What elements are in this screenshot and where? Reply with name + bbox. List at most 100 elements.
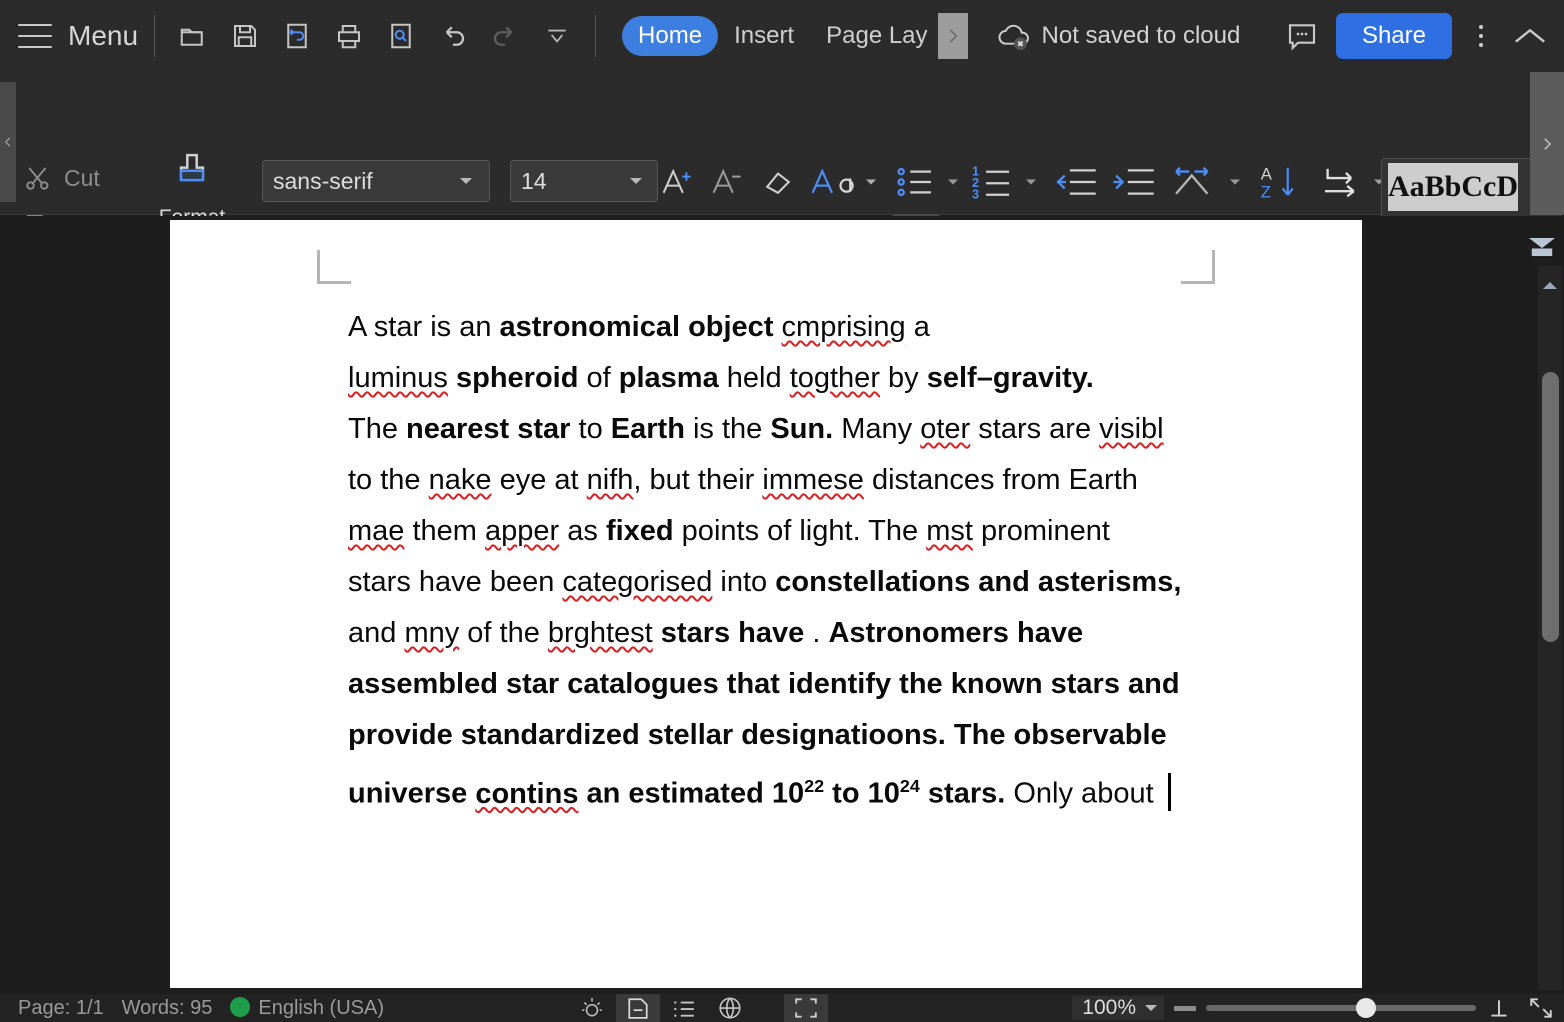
document-page[interactable]: A star is an astronomical object cmprisi… bbox=[170, 220, 1362, 988]
ribbon-scroll-right-icon[interactable] bbox=[1530, 72, 1564, 215]
zoom-slider-knob[interactable] bbox=[1356, 998, 1376, 1018]
change-case-icon[interactable] bbox=[805, 160, 859, 204]
scissors-icon bbox=[22, 163, 54, 193]
undo-icon[interactable] bbox=[431, 14, 475, 58]
text-run: as bbox=[559, 515, 606, 547]
web-layout-view-icon[interactable] bbox=[708, 994, 752, 1022]
title-bar: Menu bbox=[0, 0, 1564, 72]
text-run: 24 bbox=[900, 776, 920, 796]
tabs-scroll-right-icon[interactable] bbox=[938, 13, 968, 59]
tab-insert[interactable]: Insert bbox=[718, 16, 810, 56]
outline-view-icon[interactable] bbox=[662, 994, 706, 1022]
font-size-chevron-down-icon[interactable] bbox=[623, 175, 649, 187]
tab-home[interactable]: Home bbox=[622, 16, 718, 56]
numbered-list-chevron-down-icon[interactable] bbox=[1023, 177, 1039, 187]
status-bar: Page: 1/1 Words: 95 English (USA) bbox=[0, 994, 1564, 1022]
increase-font-size-icon[interactable] bbox=[655, 160, 701, 204]
comments-icon[interactable] bbox=[1282, 16, 1322, 56]
text-run bbox=[653, 617, 661, 649]
document-body-text[interactable]: A star is an astronomical object cmprisi… bbox=[348, 302, 1188, 820]
text-run: universe bbox=[348, 778, 475, 810]
clear-formatting-icon[interactable] bbox=[755, 160, 801, 204]
document-line: to the nake eye at nifh, but their immes… bbox=[348, 455, 1188, 506]
svg-text:3: 3 bbox=[972, 187, 979, 199]
text-run: to 10 bbox=[824, 778, 900, 810]
focus-mode-icon[interactable] bbox=[784, 994, 828, 1022]
cloud-offline-icon bbox=[996, 21, 1032, 51]
text-run: to bbox=[570, 413, 610, 445]
vertical-scrollbar-thumb[interactable] bbox=[1542, 372, 1559, 642]
export-pdf-icon[interactable] bbox=[275, 14, 319, 58]
decrease-indent-icon[interactable] bbox=[1049, 160, 1101, 204]
text-run: eye at bbox=[492, 464, 587, 496]
scroll-up-icon[interactable] bbox=[1538, 266, 1562, 306]
word-count-label[interactable]: Words: 95 bbox=[122, 997, 213, 1020]
open-icon[interactable] bbox=[171, 14, 215, 58]
print-icon[interactable] bbox=[327, 14, 371, 58]
document-line: universe contins an estimated 1022 to 10… bbox=[348, 761, 1188, 820]
zoom-slider[interactable] bbox=[1206, 1005, 1476, 1011]
print-layout-view-icon[interactable] bbox=[616, 994, 660, 1022]
text-run: , but their bbox=[633, 464, 762, 496]
text-run: prominent bbox=[973, 515, 1110, 547]
document-line: mae them apper as fixed points of light.… bbox=[348, 506, 1188, 557]
main-menu-hamburger-icon[interactable] bbox=[18, 24, 52, 48]
toolbar-divider bbox=[154, 15, 155, 57]
document-line: The nearest star to Earth is the Sun. Ma… bbox=[348, 404, 1188, 455]
text-run: into bbox=[712, 566, 775, 598]
show-formatting-marks-icon[interactable] bbox=[1315, 160, 1369, 204]
font-size-value: 14 bbox=[511, 168, 623, 195]
ribbon-scroll-left-icon[interactable] bbox=[0, 82, 16, 202]
zoom-controls: 100% bbox=[1072, 996, 1554, 1020]
page-count-label[interactable]: Page: 1/1 bbox=[18, 997, 104, 1020]
text-run: stars are bbox=[970, 413, 1099, 445]
save-icon[interactable] bbox=[223, 14, 267, 58]
zoom-level-select[interactable]: 100% bbox=[1072, 996, 1164, 1020]
document-line: and mny of the brghtest stars have . Ast… bbox=[348, 608, 1188, 659]
document-line: assembled star catalogues that identify … bbox=[348, 659, 1188, 710]
quick-access-toolbar bbox=[171, 14, 579, 58]
paragraph-row1-icons: 1 2 3 bbox=[893, 160, 1453, 204]
text-run: fixed bbox=[606, 515, 674, 547]
share-button[interactable]: Share bbox=[1336, 13, 1452, 59]
document-line: luminus spheroid of plasma held togther … bbox=[348, 353, 1188, 404]
increase-indent-icon[interactable] bbox=[1107, 160, 1159, 204]
svg-text:A: A bbox=[1261, 164, 1273, 183]
cut-button[interactable]: Cut bbox=[22, 154, 118, 202]
misspelled-word: mst bbox=[926, 515, 973, 548]
tab-page-layout[interactable]: Page Lay bbox=[810, 16, 943, 56]
cloud-save-status[interactable]: Not saved to cloud bbox=[996, 21, 1241, 51]
decrease-font-size-icon[interactable] bbox=[705, 160, 751, 204]
customize-quick-access-icon[interactable] bbox=[535, 14, 579, 58]
misspelled-word: mny bbox=[404, 617, 459, 650]
font-family-select[interactable]: sans-serif bbox=[262, 160, 490, 202]
vertical-scrollbar[interactable] bbox=[1538, 266, 1562, 990]
bullet-list-icon[interactable] bbox=[893, 160, 943, 204]
print-preview-icon[interactable] bbox=[379, 14, 423, 58]
title-bar-right-actions: Share bbox=[1282, 0, 1550, 72]
language-status[interactable]: English (USA) bbox=[230, 997, 384, 1020]
distributed-text-chevron-down-icon[interactable] bbox=[1227, 177, 1243, 187]
document-canvas[interactable]: A star is an astronomical object cmprisi… bbox=[0, 216, 1564, 994]
text-run: stars have bbox=[661, 617, 805, 649]
theme-brightness-icon[interactable] bbox=[570, 994, 614, 1022]
more-options-icon[interactable] bbox=[1466, 16, 1496, 56]
numbered-list-icon[interactable]: 1 2 3 bbox=[969, 160, 1021, 204]
ruler-visibility-icon[interactable] bbox=[1528, 236, 1556, 258]
font-family-chevron-down-icon[interactable] bbox=[453, 175, 479, 187]
text-run: a bbox=[906, 311, 930, 343]
misspelled-word: visibl bbox=[1099, 413, 1163, 446]
margin-mark-top-left bbox=[317, 250, 351, 284]
zoom-in-button bbox=[1486, 996, 1512, 1020]
sort-ascending-icon[interactable]: A Z bbox=[1253, 160, 1307, 204]
menu-button[interactable]: Menu bbox=[68, 20, 138, 52]
misspelled-word: contins bbox=[475, 778, 578, 811]
collapse-ribbon-icon[interactable] bbox=[1510, 16, 1550, 56]
distributed-text-icon[interactable] bbox=[1169, 160, 1225, 204]
misspelled-word: brghtest bbox=[548, 617, 653, 650]
bullet-list-chevron-down-icon[interactable] bbox=[945, 177, 961, 187]
change-case-chevron-down-icon[interactable] bbox=[863, 177, 879, 187]
zoom-out-button[interactable] bbox=[1174, 1006, 1196, 1011]
font-size-select[interactable]: 14 bbox=[510, 160, 658, 202]
redo-icon[interactable] bbox=[483, 14, 527, 58]
